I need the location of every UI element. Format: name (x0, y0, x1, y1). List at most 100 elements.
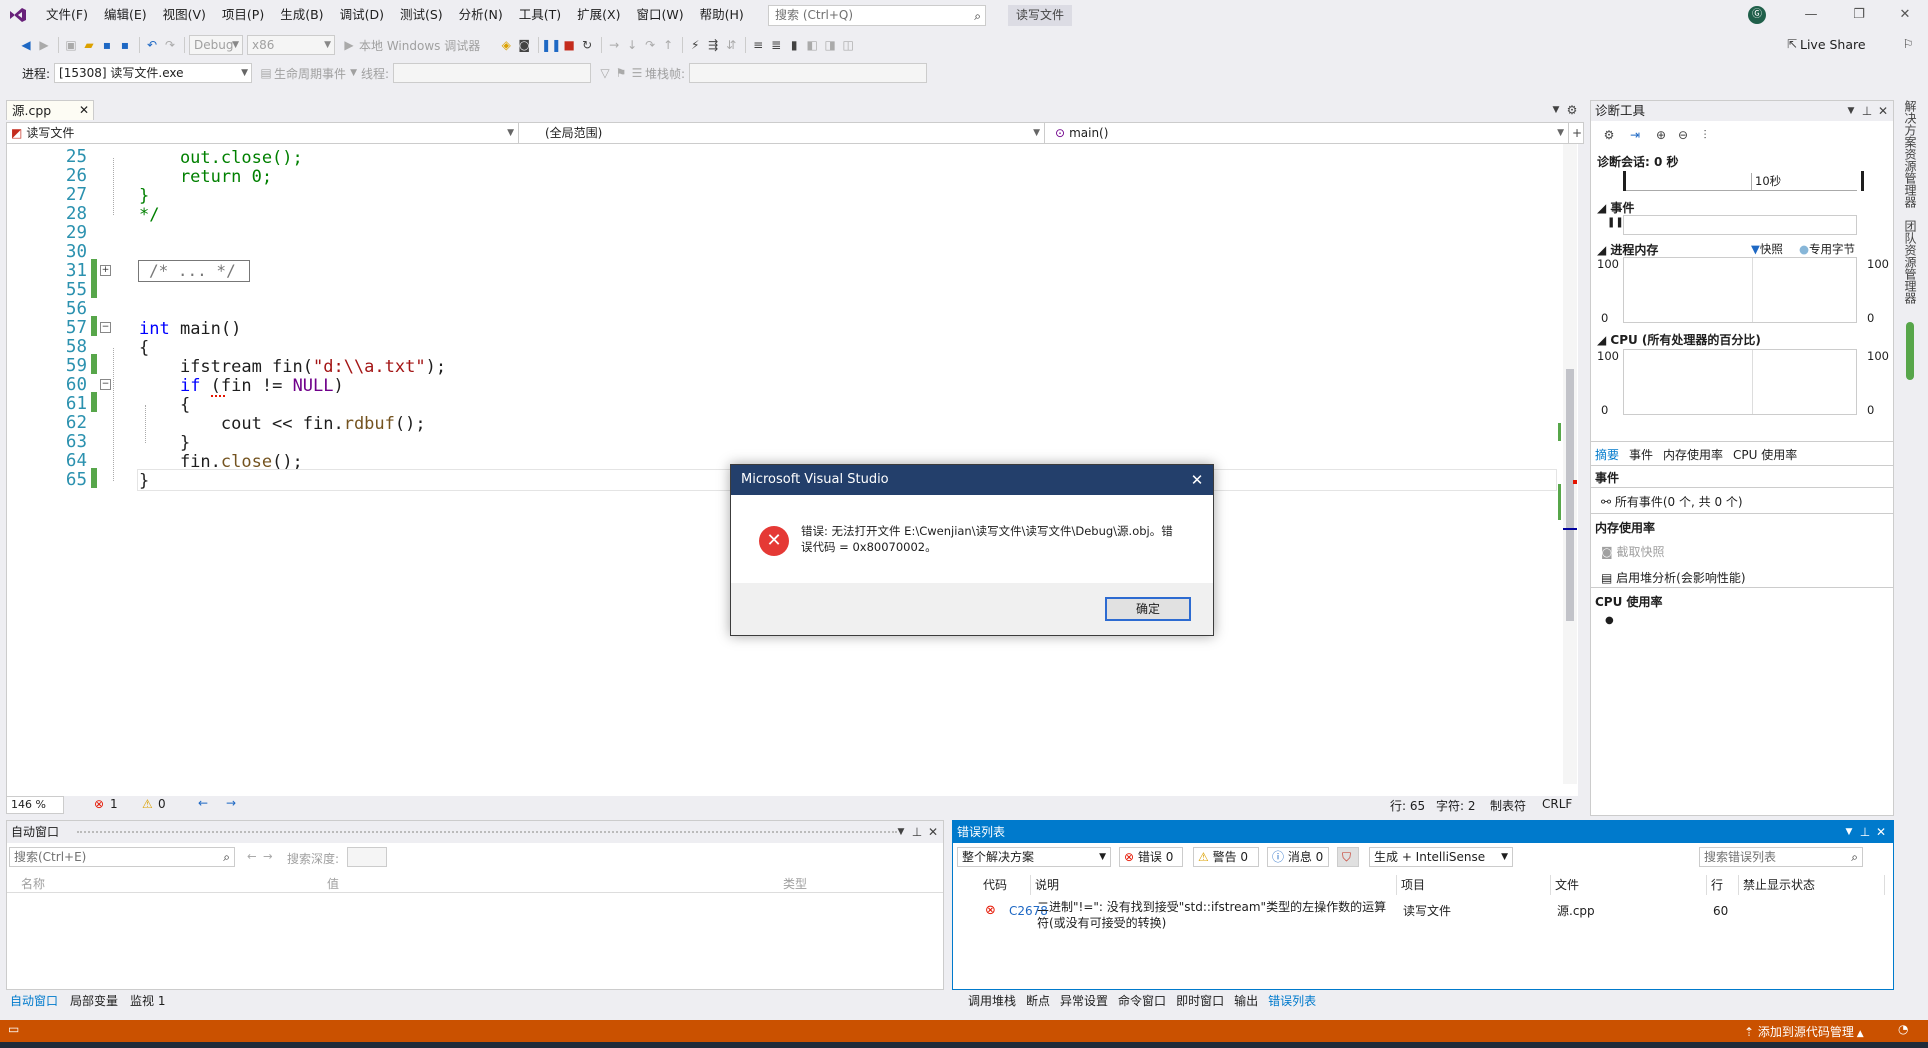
menu-item[interactable]: 窗口(W) (628, 0, 691, 30)
build-source-select[interactable]: 生成 + IntelliSense ▼ (1369, 847, 1513, 867)
redo-icon[interactable]: ↷ (162, 37, 178, 53)
column-file[interactable]: 文件 (1551, 875, 1707, 895)
forward-icon[interactable]: → (263, 849, 273, 863)
outline-toggle-icon[interactable]: + (100, 265, 111, 276)
stack-frame-select[interactable] (689, 63, 928, 83)
warnings-filter-button[interactable]: ⚠ 警告 0 (1193, 847, 1259, 867)
zoom-select[interactable]: 146 % (6, 796, 64, 814)
filter-icon[interactable]: ▽ (597, 65, 613, 81)
tab-item[interactable]: 内存使用率 (1663, 446, 1723, 464)
chart-icon[interactable]: ⫶ (1697, 127, 1713, 143)
tab-item[interactable]: 事件 (1629, 446, 1653, 464)
warning-count-icon[interactable]: ⚠ (142, 797, 153, 811)
tab-item[interactable]: 即时窗口 (1176, 992, 1224, 1010)
tab-dropdown-icon[interactable]: ▼ (1548, 102, 1564, 118)
heap-analysis-button[interactable]: ▤ 启用堆分析(会影响性能) (1601, 569, 1746, 586)
show-next-statement-icon[interactable]: → (606, 37, 622, 53)
screenshot-icon[interactable]: ◙ (516, 37, 532, 53)
settings-icon[interactable]: ⚙ (1601, 127, 1617, 143)
attach-icon[interactable]: ◈ (498, 37, 514, 53)
bookmark-icon[interactable]: ▮ (786, 37, 802, 53)
close-icon[interactable]: ✕ (1873, 824, 1889, 840)
record-icon[interactable]: ● (1605, 615, 1614, 626)
column-description[interactable]: 说明 (1031, 875, 1397, 895)
search-input[interactable]: 搜索 (Ctrl+Q) ⌕ (768, 5, 986, 26)
config-select[interactable]: Debug ▼ (189, 35, 243, 55)
avatar[interactable]: Ⓖ (1748, 6, 1766, 24)
scrollbar-thumb[interactable] (1566, 369, 1574, 621)
settings-icon[interactable]: ⚙ (1564, 102, 1580, 118)
pin-icon[interactable]: ⊥ (909, 824, 925, 840)
platform-select[interactable]: x86 ▼ (247, 35, 335, 55)
tab-item[interactable]: 异常设置 (1060, 992, 1108, 1010)
undo-icon[interactable]: ↶ (144, 37, 160, 53)
step-into-icon[interactable]: ↓ (624, 37, 640, 53)
lifecycle-events-button[interactable]: 生命周期事件 (274, 65, 346, 82)
debugger-label[interactable]: 本地 Windows 调试器 (359, 37, 480, 54)
chevron-down-icon[interactable]: ▼ (893, 824, 909, 840)
previous-issue-icon[interactable]: ← (198, 796, 208, 810)
column-name[interactable]: 名称 (21, 875, 45, 892)
tab-item[interactable]: 自动窗口 (10, 992, 58, 1010)
scope-select[interactable]: 整个解决方案 ▼ (957, 847, 1111, 867)
hot-reload-icon[interactable]: ⚡ (687, 37, 703, 53)
tab-item[interactable]: 输出 (1234, 992, 1258, 1010)
source-control-button[interactable]: ⇡ 添加到源代码管理 ▲ (1744, 1023, 1864, 1040)
collapsed-region[interactable]: /* ... */ (138, 260, 250, 282)
restart-icon[interactable]: ↻ (579, 37, 595, 53)
column-type[interactable]: 类型 (783, 875, 807, 892)
filter-toggle-button[interactable]: ⛉ (1337, 847, 1359, 867)
comment-icon[interactable]: ≡ (750, 37, 766, 53)
restore-icon[interactable]: ❐ (1836, 0, 1882, 30)
timeline-ruler[interactable] (1623, 173, 1857, 191)
menu-item[interactable]: 调试(D) (332, 0, 392, 30)
menu-item[interactable]: 文件(F) (38, 0, 96, 30)
thread-select[interactable] (393, 63, 592, 83)
feedback-icon[interactable]: ⚐ (1900, 36, 1916, 52)
export-icon[interactable]: ⇥ (1627, 127, 1643, 143)
error-row[interactable]: ⊗ C2678 二进制"!=": 没有找到接受"std::ifstream"类型… (953, 899, 1893, 935)
outline-toggle-icon[interactable]: − (100, 322, 111, 333)
menu-item[interactable]: 项目(P) (214, 0, 272, 30)
search-depth-select[interactable] (347, 847, 387, 867)
drag-grip[interactable] (77, 831, 897, 833)
project-nav-select[interactable]: ◩ 读写文件 ▼ (7, 123, 519, 143)
error-search-input[interactable]: 搜索错误列表 ⌕ (1699, 847, 1863, 867)
close-icon[interactable]: ✕ (1875, 103, 1891, 119)
tab-item[interactable]: 断点 (1026, 992, 1050, 1010)
tab-item[interactable]: 调用堆栈 (968, 992, 1016, 1010)
pin-icon[interactable]: ⊥ (1857, 824, 1873, 840)
scope-nav-select[interactable]: (全局范围) ▼ (525, 123, 1045, 143)
uncomment-icon[interactable]: ≣ (768, 37, 784, 53)
next-issue-icon[interactable]: → (226, 796, 236, 810)
thread-icon[interactable]: ⇶ (705, 37, 721, 53)
menu-item[interactable]: 视图(V) (155, 0, 214, 30)
notifications-bell-icon[interactable]: ◔ (1898, 1022, 1908, 1036)
menu-item[interactable]: 扩展(X) (569, 0, 628, 30)
tab-item[interactable]: 错误列表 (1268, 992, 1316, 1010)
chevron-down-icon[interactable]: ▼ (1843, 103, 1859, 119)
pause-icon[interactable]: ❚❚ (1607, 217, 1624, 228)
open-folder-icon[interactable]: ▰ (81, 37, 97, 53)
memory-chart[interactable] (1623, 257, 1857, 323)
notification-icon[interactable]: ▭ (8, 1022, 19, 1036)
new-item-icon[interactable]: ▣ (63, 37, 79, 53)
line-ending[interactable]: CRLF (1542, 797, 1572, 811)
outline-toggle-icon[interactable]: − (100, 379, 111, 390)
menu-item[interactable]: 工具(T) (511, 0, 569, 30)
forward-icon[interactable]: ▶ (36, 37, 52, 53)
column-line[interactable]: 行 (1707, 875, 1739, 895)
stop-icon[interactable]: ■ (561, 37, 577, 53)
process-select[interactable]: [15308] 读写文件.exe ▼ (54, 63, 253, 83)
split-icon[interactable]: + (1569, 125, 1585, 141)
chevron-down-icon[interactable]: ▼ (1841, 824, 1857, 840)
column-code[interactable]: 代码 (979, 875, 1031, 895)
prev-bookmark-icon[interactable]: ◧ (804, 37, 820, 53)
back-icon[interactable]: ◀ (18, 37, 34, 53)
menu-item[interactable]: 帮助(H) (692, 0, 752, 30)
pin-icon[interactable]: ⊥ (1859, 103, 1875, 119)
dialog-close-icon[interactable]: ✕ (1187, 465, 1207, 495)
all-events-row[interactable]: ⚯ 所有事件(0 个, 共 0 个) (1601, 493, 1743, 510)
save-icon[interactable]: ▪ (99, 37, 115, 53)
tab-item[interactable]: 命令窗口 (1118, 992, 1166, 1010)
